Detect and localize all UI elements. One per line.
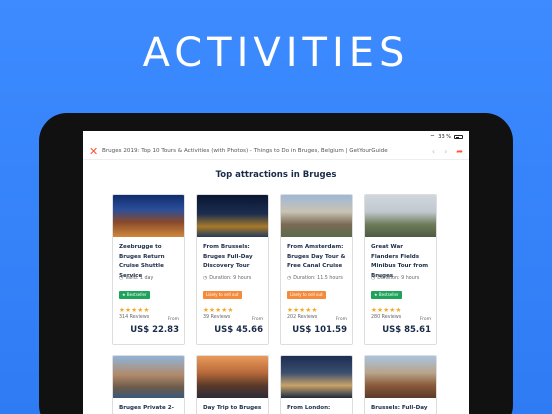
activity-title: Day Trip to Bruges [203, 405, 262, 411]
activity-image [281, 195, 352, 237]
rating-stars: ★★★★★ [371, 306, 402, 314]
activity-card[interactable]: From Amsterdam: Bruges Day Tour & Free C… [280, 194, 353, 345]
activity-card[interactable]: Great War Flanders Fields Minibus Tour f… [364, 194, 437, 345]
hero-title: ACTIVITIES [142, 30, 410, 76]
activity-card[interactable]: From London: Bruges [280, 355, 353, 414]
activity-title: Zeebrugge to Bruges Return Cruise Shuttl… [119, 244, 165, 279]
bestseller-badge: ★ Bestseller [119, 290, 150, 299]
activity-card[interactable]: From Brussels: Bruges Full-Day Discovery… [196, 194, 269, 345]
price: US$ 22.83 [130, 325, 179, 335]
sell-out-badge: Likely to sell out [287, 290, 326, 299]
clock-icon: ◷ [203, 276, 208, 281]
price: US$ 85.61 [382, 325, 431, 335]
bestseller-badge: ★ Bestseller [371, 290, 402, 299]
browser-toolbar: ✕ Bruges 2019: Top 10 Tours & Activities… [83, 143, 469, 160]
activity-card[interactable]: Bruges Private 2-Hour [112, 355, 185, 414]
price: US$ 45.66 [214, 325, 263, 335]
activity-image [197, 356, 268, 398]
activity-title: Bruges Private 2-Hour [119, 405, 174, 411]
battery-percent: 33 % [438, 134, 451, 140]
activity-title: From London: Bruges [287, 405, 331, 411]
activity-image [365, 356, 436, 398]
activity-card[interactable]: Brussels: Full-Day Trip [364, 355, 437, 414]
section-title: Top attractions in Bruges [215, 170, 337, 180]
rating-stars: ★★★★★ [203, 306, 234, 314]
activity-title: Brussels: Full-Day Trip [371, 405, 428, 411]
browser-screen: ⌔ 33 % ✕ Bruges 2019: Top 10 Tours & Act… [83, 131, 469, 414]
activity-image [281, 356, 352, 398]
battery-icon [454, 135, 463, 139]
chevron-right-icon[interactable]: › [444, 147, 447, 156]
wifi-icon: ⌔ [429, 134, 436, 141]
activity-title: Great War Flanders Fields Minibus Tour f… [371, 244, 429, 279]
clock-icon: ◷ [287, 276, 292, 281]
page-title: Bruges 2019: Top 10 Tours & Activities (… [102, 148, 388, 154]
chevron-left-icon[interactable]: ‹ [432, 147, 435, 156]
price: US$ 101.59 [292, 325, 347, 335]
price-from-label: From [419, 317, 431, 322]
activity-meta: Duration: 9 hours [209, 276, 252, 281]
activity-title: From Amsterdam: Bruges Day Tour & Free C… [287, 244, 346, 269]
price-from-label: From [167, 317, 179, 322]
clock-icon: ◷ [371, 276, 376, 281]
status-bar: ⌔ 33 % [83, 131, 469, 143]
sell-out-badge: Likely to sell out [203, 290, 242, 299]
activity-meta: Duration: 9 hours [377, 276, 420, 281]
activity-meta: Duration: 11.5 hours [293, 276, 343, 281]
activity-image [113, 356, 184, 398]
price-from-label: From [251, 317, 263, 322]
share-icon[interactable]: ➦ [456, 147, 463, 156]
activity-image [365, 195, 436, 237]
activity-grid: Zeebrugge to Bruges Return Cruise Shuttl… [83, 194, 469, 414]
activity-card[interactable]: Zeebrugge to Bruges Return Cruise Shuttl… [112, 194, 185, 345]
activity-card[interactable]: Day Trip to Bruges [196, 355, 269, 414]
activity-meta: Valid: 1 day [125, 276, 154, 281]
rating-stars: ★★★★★ [287, 306, 318, 314]
close-icon[interactable]: ✕ [89, 146, 101, 157]
activity-title: From Brussels: Bruges Full-Day Discovery… [203, 244, 253, 269]
price-from-label: From [335, 317, 347, 322]
rating-stars: ★★★★★ [119, 306, 150, 314]
activity-image [197, 195, 268, 237]
activity-image [113, 195, 184, 237]
clock-icon: ◷ [119, 276, 124, 281]
